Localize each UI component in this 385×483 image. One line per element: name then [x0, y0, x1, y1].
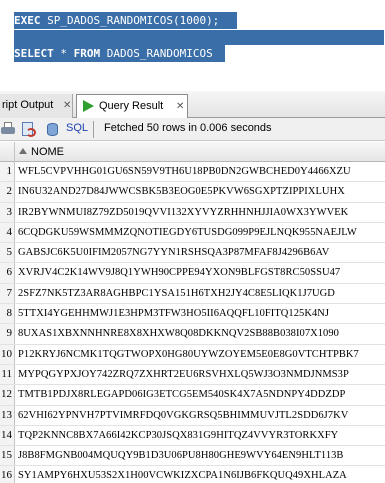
table-row[interactable]: 4 6CQDGKU59WSMMMZQNOTIEGDY6TUSDG099P9EJLN…: [0, 222, 385, 244]
cell-nome[interactable]: WFL5CVPVHHG01GU6SN59V9TH6U18PB0DN2GWBCHE…: [18, 162, 385, 181]
row-number[interactable]: 6: [0, 263, 15, 283]
run-icon: [83, 100, 94, 112]
result-grid[interactable]: NOME 1 WFL5CVPVHHG01GU6SN59V9TH6U18PB0DN2…: [0, 142, 385, 483]
cell-nome[interactable]: TMTB1PDJX8RLEGAPD06IG3ETCG5EM540SK4X7A5N…: [18, 385, 385, 404]
table-row[interactable]: 6 XVRJV4C2K14WV9J8Q1YWH90CPPE94YXON9BLFGS…: [0, 263, 385, 284]
cell-nome[interactable]: P12KRYJ6NCMK1TQGTWOPX0HG80UYWZOYEM5E0E8G…: [18, 345, 385, 364]
table-row[interactable]: 2 IN6U32AND27D84JWWCSBK5B3EOG0E5PKVW6SGXP…: [0, 182, 385, 203]
cell-nome[interactable]: MYPQGYPXJOY742ZRQ7ZXHRT2EU6RSVHXLQ5WJ3O3…: [18, 365, 385, 384]
table-row[interactable]: 8 5TTXI4YGEHHMWJ1E3HPM3TFW3HO5II6AQQFL10F…: [0, 304, 385, 325]
sql-line-exec[interactable]: EXEC SP_DADOS_RANDOMICOS(1000);: [14, 12, 237, 29]
sql-keyword-from: FROM: [73, 47, 101, 60]
cell-nome[interactable]: 5TTXI4YGEHHMWJ1E3HPM3TFW3HO5II6AQQFL10FI…: [18, 304, 385, 323]
table-row[interactable]: 1 WFL5CVPVHHG01GU6SN59V9TH6U18PB0DN2GWBCH…: [0, 162, 385, 183]
result-tab-bar: ript Output ✕ Query Result ✕: [0, 91, 385, 118]
tab-query-result[interactable]: Query Result ✕: [76, 94, 188, 118]
row-header-corner[interactable]: [0, 142, 15, 162]
tab-script-output[interactable]: ript Output ✕: [0, 94, 73, 118]
sql-keyword-select: SELECT: [14, 47, 54, 60]
selection-blank-line: [14, 30, 384, 45]
grid-rows: 1 WFL5CVPVHHG01GU6SN59V9TH6U18PB0DN2GWBCH…: [0, 162, 385, 483]
cell-nome[interactable]: IR2BYWNMUI8Z79ZD5019QVVI132XYVYZRHHNHJJI…: [18, 203, 385, 222]
cell-nome[interactable]: 8UXAS1XBXNNHNRE8X8XHXW8Q08DKKNQV2SB88B03…: [18, 324, 385, 343]
sql-icon[interactable]: [45, 122, 60, 137]
column-header-nome[interactable]: NOME: [15, 142, 385, 162]
close-icon[interactable]: ✕: [63, 94, 71, 117]
row-number[interactable]: 13: [0, 405, 15, 425]
table-row[interactable]: 10 P12KRYJ6NCMK1TQGTWOPX0HG80UYWZOYEM5E0E…: [0, 344, 385, 365]
cell-nome[interactable]: SY1AMPY6HXU53S2X1H00VCWKIZXCPA1N6IJB6FKQ…: [18, 466, 385, 483]
cell-nome[interactable]: XVRJV4C2K14WV9J8Q1YWH90CPPE94YXON9BLFGST…: [18, 263, 385, 282]
sort-icon: [19, 148, 27, 154]
table-row[interactable]: 15 J8B8FMGNB004MQUQY9B1D3U06PU8H80GHE9WVY…: [0, 446, 385, 467]
sql-editor[interactable]: EXEC SP_DADOS_RANDOMICOS(1000); SELECT *…: [0, 0, 385, 88]
cell-nome[interactable]: TQP2KNNC8BX7A66I42KCP30JSQX831G9HITQZ4VV…: [18, 426, 385, 445]
tab-query-result-label: Query Result: [99, 100, 164, 112]
table-row[interactable]: 5 GABSJC6K5U0IFIM2057NG7YYN1RSHSQA3P87MFA…: [0, 243, 385, 264]
sql-button[interactable]: SQL: [66, 122, 88, 134]
row-number[interactable]: 15: [0, 446, 15, 466]
tab-script-output-label: ript Output: [2, 99, 54, 111]
table-row[interactable]: 7 2SFZ7NK5TZ3AR8AGHBPC1YSA151H6TXH2JY4C8E…: [0, 283, 385, 305]
row-number[interactable]: 3: [0, 202, 15, 222]
row-number[interactable]: 9: [0, 324, 15, 344]
row-number[interactable]: 7: [0, 283, 15, 304]
sql-keyword-exec: EXEC: [14, 14, 41, 27]
print-icon[interactable]: [1, 122, 16, 137]
table-row[interactable]: 13 62VHI62YPNVH7PTVIMRFDQ0VGKGRSQ5BHIMMUV…: [0, 405, 385, 426]
grid-header: NOME: [0, 142, 385, 162]
row-number[interactable]: 2: [0, 182, 15, 202]
table-row[interactable]: 9 8UXAS1XBXNNHNRE8X8XHXW8Q08DKKNQV2SB88B0…: [0, 324, 385, 345]
row-number[interactable]: 10: [0, 344, 15, 364]
sql-line-select[interactable]: SELECT * FROM DADOS_RANDOMICOS: [14, 45, 225, 62]
sql-select-star: *: [53, 47, 74, 60]
row-number[interactable]: 8: [0, 304, 15, 324]
cell-nome[interactable]: IN6U32AND27D84JWWCSBK5B3EOG0E5PKVW6SGXPT…: [18, 182, 385, 201]
close-icon[interactable]: ✕: [176, 95, 184, 118]
table-row[interactable]: 16 SY1AMPY6HXU53S2X1H00VCWKIZXCPA1N6IJB6F…: [0, 466, 385, 483]
table-row[interactable]: 3 IR2BYWNMUI8Z79ZD5019QVVI132XYVYZRHHNHJJ…: [0, 202, 385, 223]
row-number[interactable]: 12: [0, 385, 15, 405]
row-number[interactable]: 14: [0, 425, 15, 446]
row-number[interactable]: 1: [0, 162, 15, 182]
toolbar-separator: [93, 121, 94, 138]
cell-nome[interactable]: 62VHI62YPNVH7PTVIMRFDQ0VGKGRSQ5BHIMMUVJT…: [18, 406, 385, 425]
refresh-icon[interactable]: [21, 122, 36, 137]
row-number[interactable]: 11: [0, 364, 15, 385]
sql-exec-text: SP_DADOS_RANDOMICOS(1000);: [40, 14, 220, 27]
column-header-label: NOME: [31, 146, 64, 158]
cell-nome[interactable]: J8B8FMGNB004MQUQY9B1D3U06PU8H80GHE9WVY64…: [18, 446, 385, 465]
cell-nome[interactable]: 6CQDGKU59WSMMMZQNOTIEGDY6TUSDG099P9EJLNQ…: [18, 223, 385, 242]
sql-table-name: DADOS_RANDOMICOS: [100, 47, 213, 60]
cell-nome[interactable]: GABSJC6K5U0IFIM2057NG7YYN1RSHSQA3P87MFAF…: [18, 243, 385, 262]
cell-nome[interactable]: 2SFZ7NK5TZ3AR8AGHBPC1YSA151H6TXH2JY4C8E5…: [18, 284, 385, 303]
result-toolbar: SQL Fetched 50 rows in 0.006 seconds: [0, 118, 385, 141]
table-row[interactable]: 11 MYPQGYPXJOY742ZRQ7ZXHRT2EU6RSVHXLQ5WJ3…: [0, 364, 385, 386]
row-number[interactable]: 5: [0, 243, 15, 263]
row-number[interactable]: 4: [0, 222, 15, 243]
fetch-status: Fetched 50 rows in 0.006 seconds: [104, 122, 272, 134]
table-row[interactable]: 14 TQP2KNNC8BX7A66I42KCP30JSQX831G9HITQZ4…: [0, 425, 385, 447]
table-row[interactable]: 12 TMTB1PDJX8RLEGAPD06IG3ETCG5EM540SK4X7A…: [0, 385, 385, 406]
row-number[interactable]: 16: [0, 466, 15, 483]
